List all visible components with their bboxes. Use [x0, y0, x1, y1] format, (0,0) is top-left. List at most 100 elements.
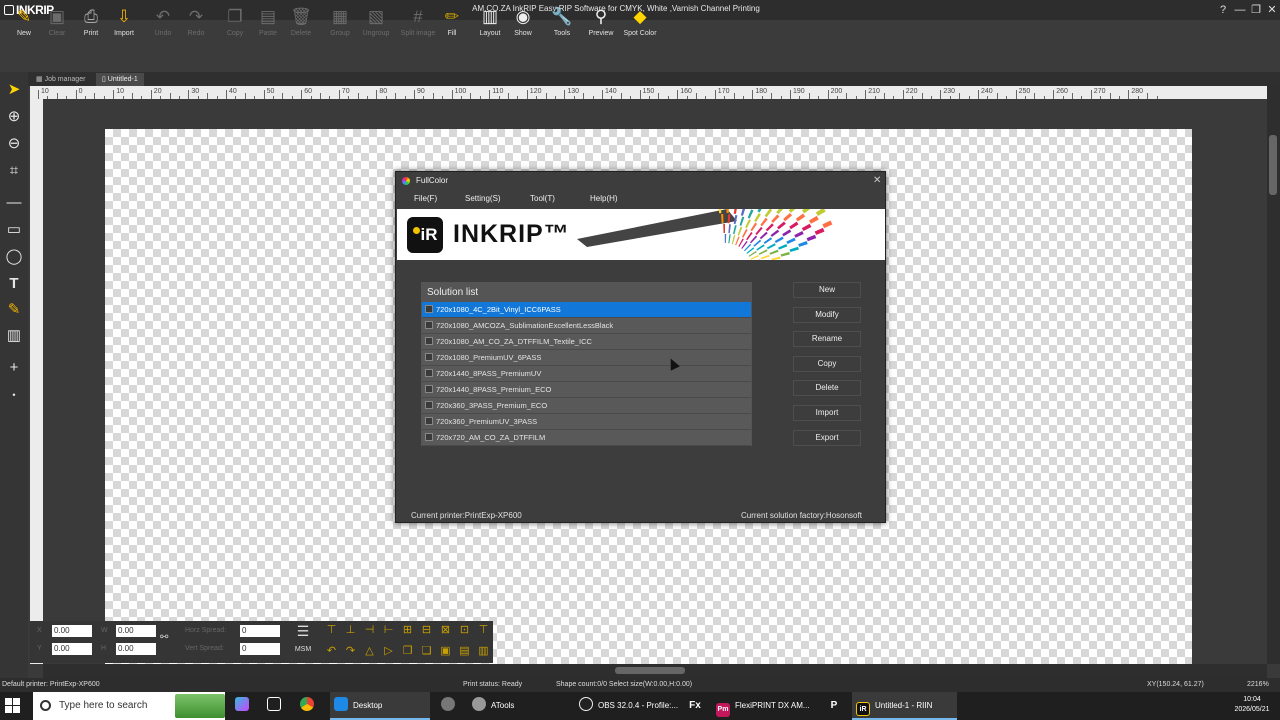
more-tools-icon[interactable]: •: [3, 384, 25, 406]
copilot-icon[interactable]: [232, 692, 252, 720]
menu-help[interactable]: Help(H): [590, 194, 618, 203]
close-window-button[interactable]: ✕: [1265, 3, 1279, 17]
toolbar-group-button[interactable]: ▦ Group: [322, 6, 358, 52]
line-tool-icon[interactable]: —: [3, 192, 25, 214]
align-top-icon[interactable]: ⊤: [324, 623, 339, 638]
solution-new-button[interactable]: New: [793, 282, 861, 298]
toolbar-fill-button[interactable]: ✏ Fill: [434, 6, 470, 52]
solution-list-item[interactable]: 720x1440_8PASS_PremiumUV: [422, 366, 751, 382]
toolbar-clear-button[interactable]: ▣ Clear: [39, 6, 75, 52]
text-tool-icon[interactable]: T: [3, 273, 25, 295]
solution-checkbox[interactable]: [425, 385, 433, 393]
align-center-h-icon[interactable]: ⊞: [400, 623, 415, 638]
toolbar-delete-button[interactable]: 🗑 Delete: [283, 6, 319, 52]
solution-list-item[interactable]: 720x1080_AM_CO_ZA_DTFFILM_Textile_ICC: [422, 334, 751, 350]
solution-delete-button[interactable]: Delete: [793, 380, 861, 397]
height-field[interactable]: 0.00: [116, 643, 156, 655]
rotate-left-icon[interactable]: ↶: [324, 644, 339, 659]
distribute-h-icon[interactable]: ⊠: [438, 623, 453, 638]
solution-checkbox[interactable]: [425, 401, 433, 409]
task-view-icon[interactable]: [264, 692, 284, 720]
horizontal-scroll-thumb[interactable]: [615, 667, 685, 674]
rotate-right-icon[interactable]: ↷: [343, 644, 358, 659]
ellipse-tool-icon[interactable]: ◯: [3, 246, 25, 268]
align-left-icon[interactable]: ⊣: [362, 623, 377, 638]
toolbar-copy-button[interactable]: ❐ Copy: [217, 6, 253, 52]
vert-spread-field[interactable]: 0: [240, 643, 280, 655]
toolbar-import-button[interactable]: ⇩ Import: [106, 6, 142, 52]
menu-tool[interactable]: Tool(T): [530, 194, 555, 203]
toolbar-redo-button[interactable]: ↷ Redo: [178, 6, 214, 52]
zoom-in-icon[interactable]: ⊕: [3, 106, 25, 128]
menu-setting[interactable]: Setting(S): [465, 194, 501, 203]
tab-untitled-1[interactable]: ▯ Untitled-1: [96, 73, 144, 86]
align-center-v-icon[interactable]: ⊟: [419, 623, 434, 638]
solution-modify-button[interactable]: Modify: [793, 306, 861, 323]
toolbar-undo-button[interactable]: ↶ Undo: [145, 6, 181, 52]
solution-list-item[interactable]: 720x1080_PremiumUV_6PASS: [422, 350, 751, 366]
horz-spread-field[interactable]: 0: [240, 625, 280, 637]
solution-rename-button[interactable]: Rename: [793, 331, 861, 348]
pen-tool-icon[interactable]: ✎: [3, 299, 25, 321]
zoom-out-icon[interactable]: ⊖: [3, 133, 25, 155]
distribute-v-icon[interactable]: ⊡: [457, 623, 472, 638]
solution-list-item[interactable]: 720x720_AM_CO_ZA_DTFFILM: [422, 430, 751, 446]
taskbar-item-obs[interactable]: OBS 32.0.4 - Profile:...: [575, 692, 680, 720]
toolbar-ungroup-button[interactable]: ▧ Ungroup: [358, 6, 394, 52]
solution-list-item[interactable]: 720x1440_8PASS_Premium_ECO: [422, 382, 751, 398]
system-clock[interactable]: 10:04 2026/05/21: [1228, 695, 1276, 715]
solution-checkbox[interactable]: [425, 369, 433, 377]
chrome-icon[interactable]: [297, 692, 317, 720]
bring-front-icon[interactable]: ▣: [438, 644, 453, 659]
solution-checkbox[interactable]: [425, 337, 433, 345]
x-position-field[interactable]: 0.00: [52, 625, 92, 637]
flip-vertical-icon[interactable]: △: [362, 644, 377, 659]
taskbar-item-inkrip[interactable]: iR Untitled-1 - RIIN: [852, 692, 957, 720]
solution-export-button[interactable]: Export: [793, 429, 861, 446]
solution-checkbox[interactable]: [425, 321, 433, 329]
send-back-icon[interactable]: ▤: [457, 644, 472, 659]
vertical-scroll-thumb[interactable]: [1269, 135, 1277, 195]
flip-horizontal-icon[interactable]: ▷: [381, 644, 396, 659]
solution-copy-button[interactable]: Copy: [793, 355, 861, 372]
align-top-edge-icon[interactable]: ⊤: [476, 623, 491, 638]
windows-start-icon[interactable]: [5, 698, 21, 714]
taskbar-item-atools[interactable]: ATools: [468, 692, 568, 720]
align-right-icon[interactable]: ⊢: [381, 623, 396, 638]
bring-forward-icon[interactable]: ❐: [400, 644, 415, 659]
toolbar-split-image-button[interactable]: # Split image: [400, 6, 436, 52]
toolbar-spot-color-button[interactable]: ◆ Spot Color: [622, 6, 658, 52]
solution-checkbox[interactable]: [425, 305, 433, 313]
toolbar-show-button[interactable]: ◉ Show: [505, 6, 541, 52]
toolbar-preview-button[interactable]: ⚲ Preview: [583, 6, 619, 52]
toolbar-new-button[interactable]: ✎ New: [6, 6, 42, 52]
fx-app-icon[interactable]: Fx: [684, 692, 706, 720]
toolbar-print-button[interactable]: ⎙ Print: [73, 6, 109, 52]
toolbar-layout-button[interactable]: ▥ Layout: [472, 6, 508, 52]
solution-checkbox[interactable]: [425, 353, 433, 361]
y-position-field[interactable]: 0.00: [52, 643, 92, 655]
solution-import-button[interactable]: Import: [793, 405, 861, 421]
send-backward-icon[interactable]: ❏: [419, 644, 434, 659]
solution-list-item[interactable]: 720x360_PremiumUV_3PASS: [422, 414, 751, 430]
solution-list-item[interactable]: 720x360_3PASS_Premium_ECO: [422, 398, 751, 414]
solution-checkbox[interactable]: [425, 433, 433, 441]
width-field[interactable]: 0.00: [116, 625, 156, 637]
solution-list-item[interactable]: 720x1080_4C_2Bit_Vinyl_ICC6PASS: [422, 302, 751, 318]
barcode-tool-icon[interactable]: ▥: [3, 325, 25, 347]
minimize-button[interactable]: —: [1233, 3, 1247, 17]
menu-file[interactable]: File(F): [414, 194, 437, 203]
toolbar-paste-button[interactable]: ▤ Paste: [250, 6, 286, 52]
solution-checkbox[interactable]: [425, 417, 433, 425]
arrange-icon[interactable]: ▥: [476, 644, 491, 659]
add-tool-icon[interactable]: +: [3, 357, 25, 379]
rectangle-tool-icon[interactable]: ▭: [3, 219, 25, 241]
settings-icon[interactable]: [437, 692, 459, 720]
taskbar-item-desktop[interactable]: Desktop: [330, 692, 430, 720]
solution-list-item[interactable]: 720x1080_AMCOZA_SublimationExcellentLess…: [422, 318, 751, 334]
lock-ratio-icon[interactable]: ⚯: [160, 632, 168, 643]
help-button[interactable]: ?: [1216, 3, 1230, 17]
p-app-icon[interactable]: P: [823, 692, 845, 720]
tab-job-manager[interactable]: ▦ Job manager: [30, 73, 91, 86]
dialog-close-icon[interactable]: ✕: [873, 175, 881, 186]
